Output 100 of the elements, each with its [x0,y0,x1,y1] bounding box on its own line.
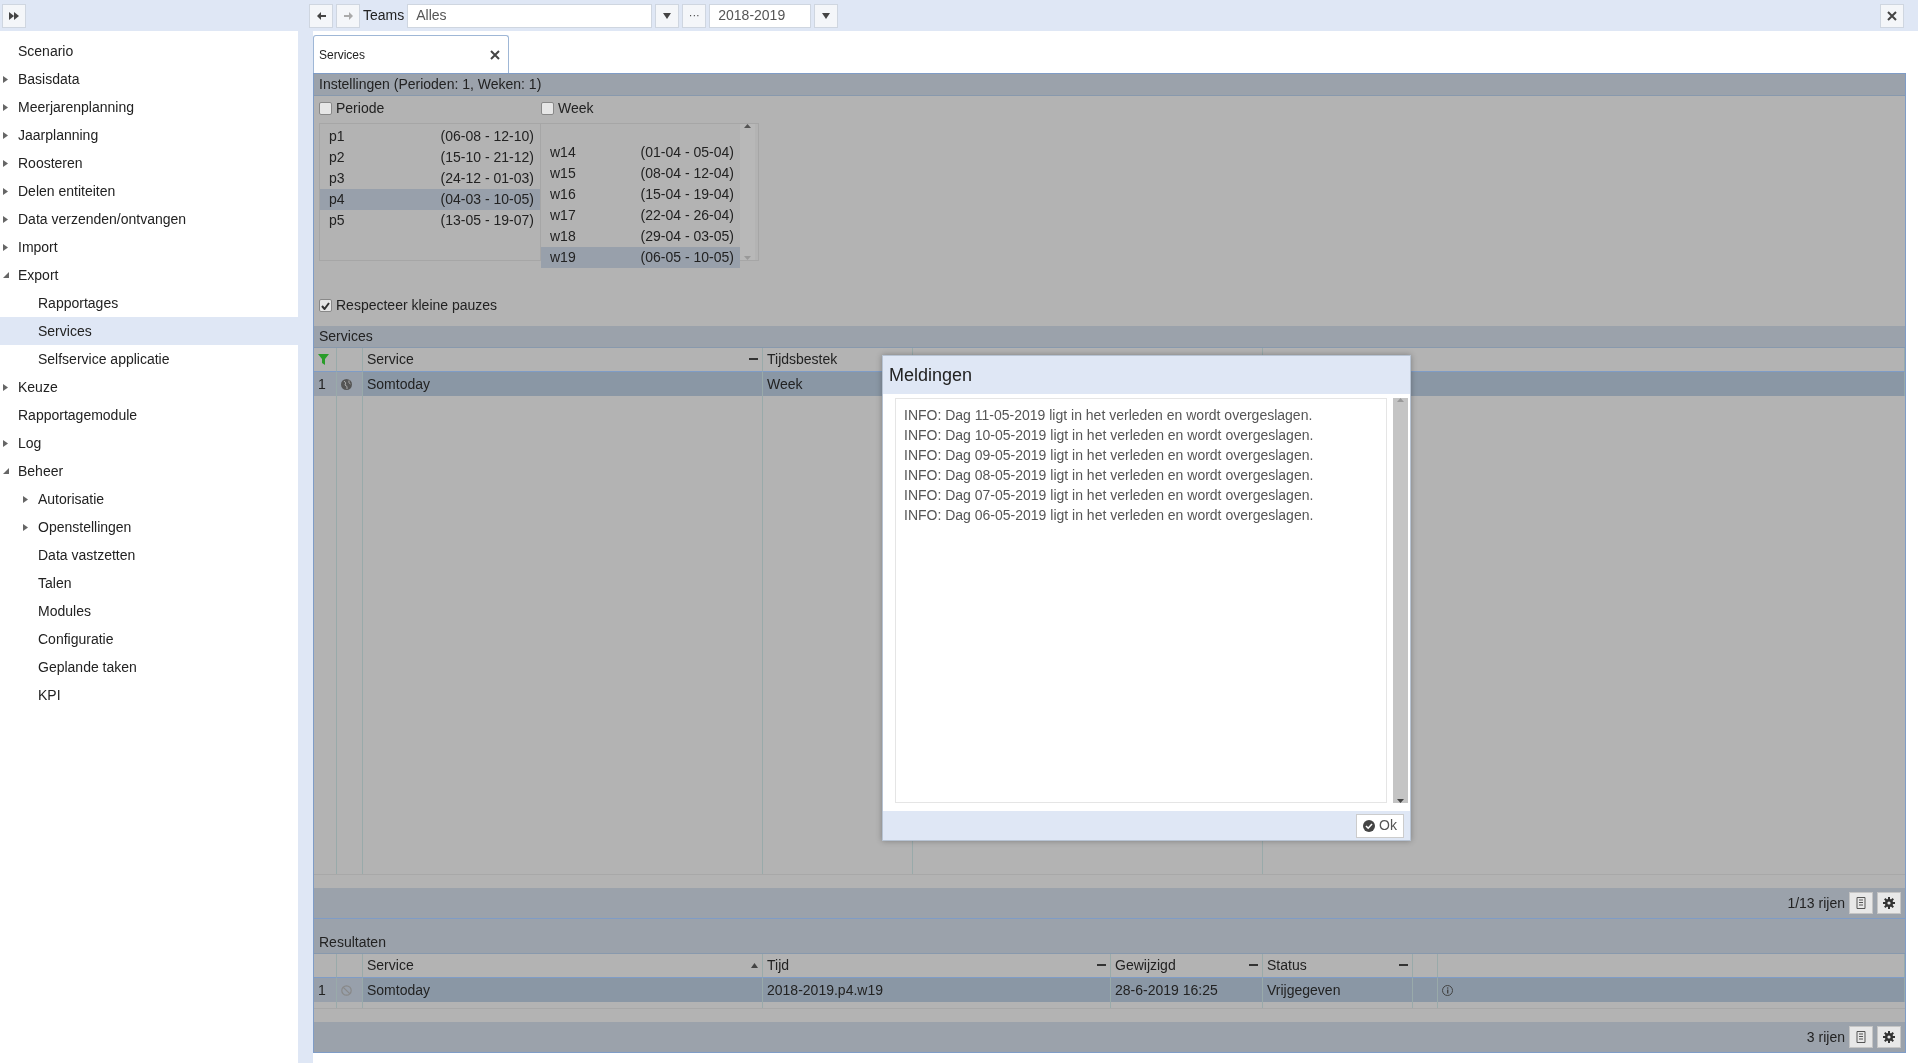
sidebar-item[interactable]: Rapportages [0,289,298,317]
tab-close-button[interactable] [490,49,500,60]
collapsed-triangle-icon [23,523,28,531]
sidebar-item[interactable]: Services [0,317,298,345]
date-range: (04-03 - 10-05) [440,190,534,209]
sidebar-item[interactable]: Delen entiteiten [0,177,298,205]
sidebar-item[interactable]: Import [0,233,298,261]
info-icon [1442,984,1453,996]
filter-icon [318,354,329,365]
sidebar-item[interactable]: Openstellingen [0,513,298,541]
close-button[interactable] [1880,3,1904,28]
list-item[interactable]: p3 (24-12 - 01-03) [320,168,540,189]
sidebar-item[interactable]: Roosteren [0,149,298,177]
list-item[interactable]: w14 (01-04 - 05-04) [541,142,740,163]
sidebar-item[interactable]: Geplande taken [0,653,298,681]
sidebar-item[interactable]: Beheer [0,457,298,485]
teams-dropdown[interactable]: Alles [407,3,653,28]
checkbox[interactable] [541,102,554,115]
list-item[interactable]: p2 (15-10 - 21-12) [320,147,540,168]
collapsed-triangle-icon [3,215,8,223]
item-name: p3 [329,169,345,188]
tab-label[interactable]: Services [319,45,365,64]
list-item[interactable]: w16 (15-04 - 19-04) [541,184,740,205]
sidebar-item[interactable]: Selfservice applicatie [0,345,298,373]
collapsed-triangle-icon [23,495,28,503]
minus-icon [1097,964,1106,967]
checkbox[interactable] [319,299,332,312]
sidebar-item[interactable]: Scenario [0,37,298,65]
expand-sidebar-button[interactable] [2,3,26,28]
row-number: 1 [314,978,337,1002]
column-title: Tijdsbestek [767,350,838,369]
sidebar-item[interactable]: Data vastzetten [0,541,298,569]
item-name: w19 [550,248,576,267]
table-cell: Vrijgegeven [1263,978,1413,1002]
list-item[interactable]: w19 (06-05 - 10-05) [541,247,740,268]
table-cell: Somtoday [363,978,763,1002]
settings-button[interactable] [1877,892,1901,914]
check-circle-icon [1363,819,1376,832]
close-icon [490,49,500,60]
ok-button[interactable]: Ok [1356,813,1404,838]
column-title: Service [367,956,414,975]
sidebar-item[interactable]: Meerjarenplanning [0,93,298,121]
date-range: (06-05 - 10-05) [640,248,734,267]
back-button[interactable] [309,3,333,28]
row-number: 1 [314,372,337,396]
list-item[interactable]: w18 (29-04 - 03-05) [541,226,740,247]
dropdown-button[interactable] [655,3,680,28]
scrollbar[interactable] [740,124,755,260]
message-line: INFO: Dag 06-05-2019 ligt in het verleden en wordt overgeslagen. [904,506,1315,525]
tab[interactable]: Services [313,35,509,73]
more-button[interactable]: ··· [682,3,707,28]
caret-icon [663,12,672,19]
sidebar-item[interactable]: Basisdata [0,65,298,93]
sidebar-item[interactable]: Log [0,429,298,457]
collapsed-triangle-icon [3,159,8,167]
item-name: p4 [329,190,345,209]
export-button[interactable] [1849,892,1873,914]
message-line: INFO: Dag 08-05-2019 ligt in het verleden en wordt overgeslagen. [904,466,1315,485]
column-title: Gewijzigd [1115,956,1176,975]
year-dropdown[interactable]: 2018-2019 [709,3,812,28]
sidebar-item[interactable]: KPI [0,681,298,709]
sidebar-item[interactable]: Modules [0,597,298,625]
panel-header: Instellingen (Perioden: 1, Weken: 1) [314,74,1905,96]
sidebar-item[interactable]: Data verzenden/ontvangen [0,205,298,233]
list-item[interactable]: p4 (04-03 - 10-05) [320,189,540,210]
list-item[interactable]: p5 (13-05 - 19-07) [320,210,540,231]
down-arrow-icon [1397,799,1404,803]
checkbox-label: Week [558,99,594,118]
list-item[interactable]: w17 (22-04 - 26-04) [541,205,740,226]
collapsed-triangle-icon [3,243,8,251]
list-item[interactable]: w15 (08-04 - 12-04) [541,163,740,184]
teams-label: Teams [363,6,405,25]
collapsed-triangle-icon [3,75,8,83]
column-title: Service [367,350,414,369]
sidebar-item[interactable]: Talen [0,569,298,597]
expanded-triangle-icon [3,468,9,474]
sort-ascending-icon [751,963,758,968]
export-button[interactable] [1849,1026,1873,1048]
item-name: p2 [329,148,345,167]
sidebar-item[interactable]: Keuze [0,373,298,401]
column-title: Status [1267,956,1307,975]
checkbox-label: Periode [336,99,385,118]
table-cell: Somtoday [363,372,763,396]
settings-icon [1883,897,1895,909]
sidebar-item[interactable]: Rapportagemodule [0,401,298,429]
sidebar-item[interactable]: Export [0,261,298,289]
settings-button[interactable] [1877,1026,1901,1048]
sidebar-item[interactable]: Autorisatie [0,485,298,513]
checkbox[interactable] [319,102,332,115]
dropdown-button[interactable] [814,3,839,28]
caret-icon [822,12,831,19]
scrollbar[interactable] [1393,398,1408,803]
date-range: (29-04 - 03-05) [640,227,734,246]
message-line: INFO: Dag 11-05-2019 ligt in het verleden en wordt overgeslagen. [904,406,1314,425]
sidebar-item[interactable]: Configuratie [0,625,298,653]
blocked-icon [341,984,352,996]
list-item[interactable]: p1 (06-08 - 12-10) [320,126,540,147]
sidebar-item[interactable]: Jaarplanning [0,121,298,149]
row-count: 3 rijen [1806,1027,1845,1047]
item-name: w15 [550,164,576,183]
